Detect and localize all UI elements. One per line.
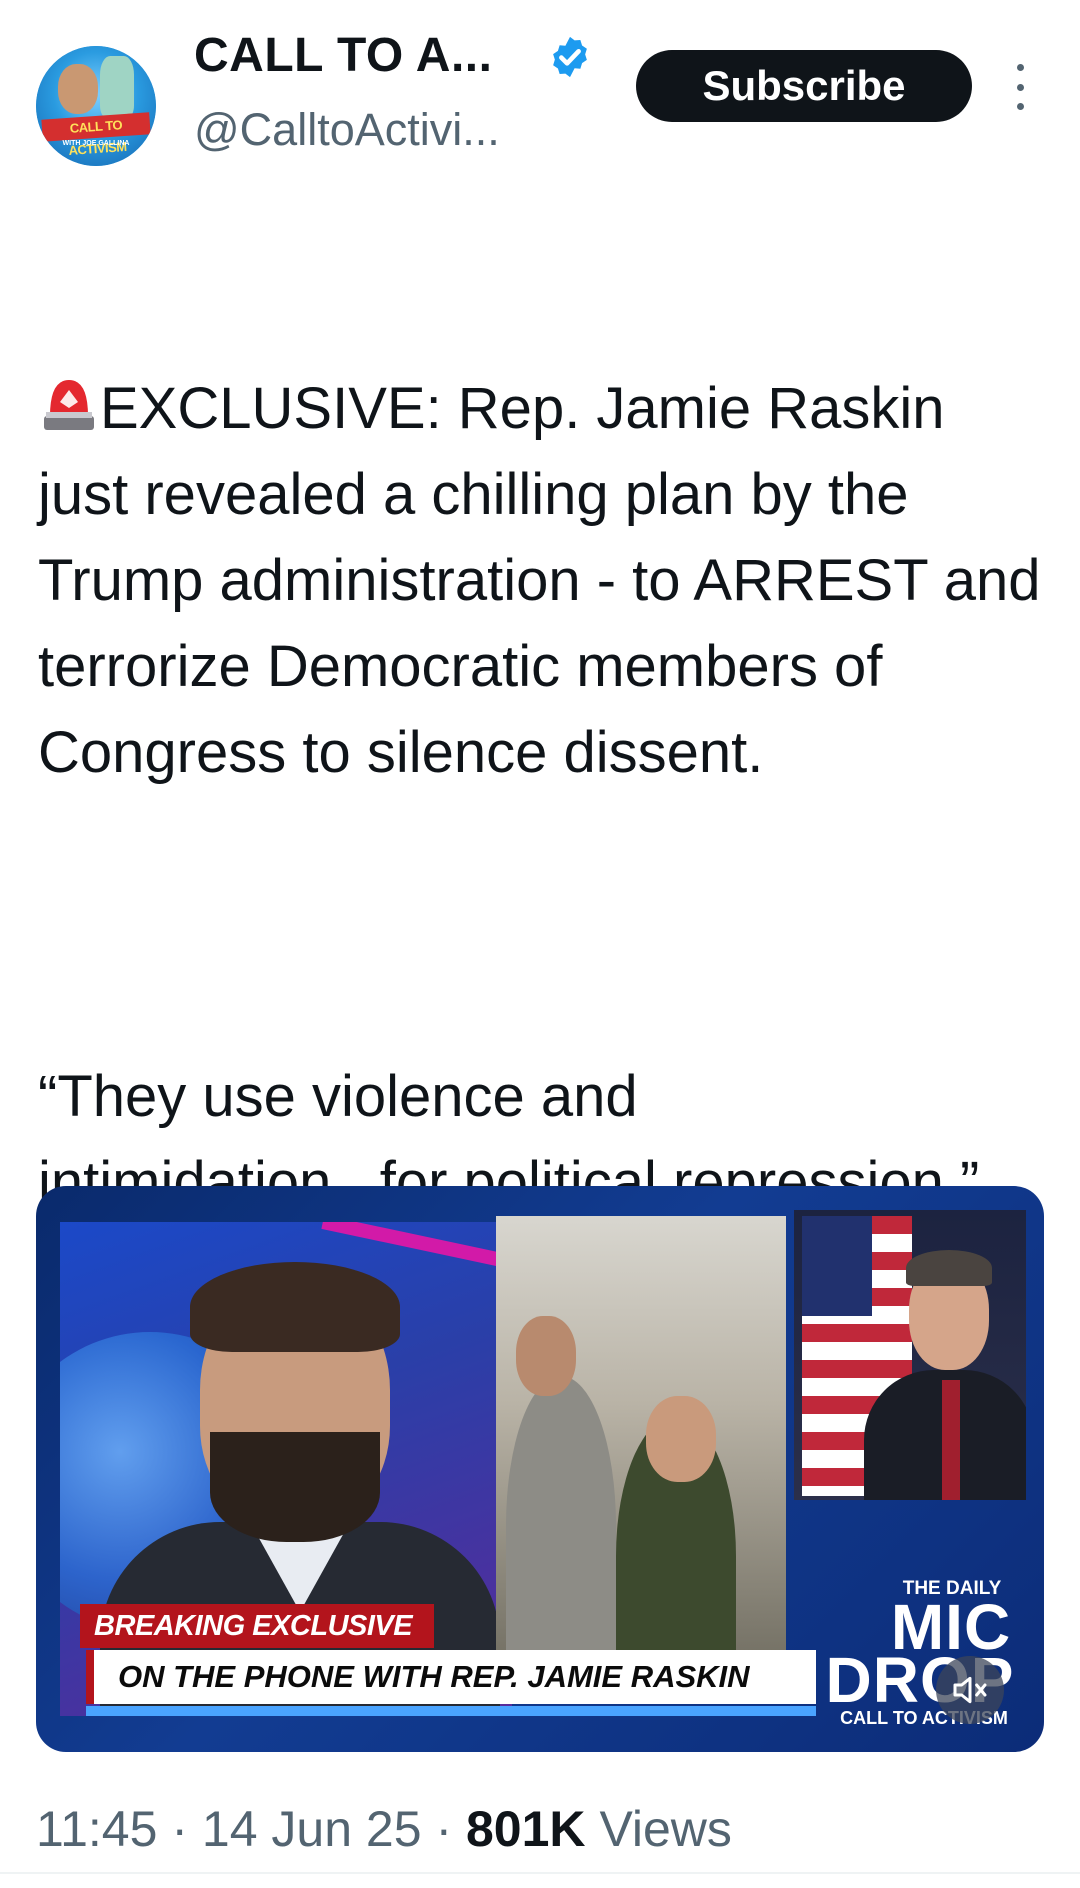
avatar-statue-of-liberty [100,56,134,118]
lower-third-bar [86,1706,816,1716]
meta-separator: · [171,1801,188,1857]
video-panel-crowd [496,1216,786,1686]
video-panel-portrait [794,1210,1026,1500]
author-display-name[interactable]: CALL TO A... [194,28,492,83]
crowd-head [516,1316,576,1396]
avatar-face [58,64,98,114]
lower-third-breaking: BREAKING EXCLUSIVE [80,1604,434,1648]
host-hair [190,1262,400,1352]
more-dot [1016,64,1024,71]
tweet-paragraph-1: EXCLUSIVE: Rep. Jamie Raskin just reveal… [38,366,1048,796]
tweet-time[interactable]: 11:45 [36,1801,157,1857]
crowd-head [646,1396,716,1482]
more-vertical-icon[interactable] [1008,64,1032,110]
more-dot [1016,83,1024,91]
author-handle[interactable]: @CalltoActivi... [194,104,500,156]
lower-third-title: ON THE PHONE WITH REP. JAMIE RASKIN [86,1650,816,1704]
tweet-date[interactable]: 14 Jun 25 [202,1801,422,1857]
views-count[interactable]: 801K [466,1801,586,1857]
tweet-meta: 11:45 · 14 Jun 25 · 801K Views [36,1800,732,1858]
meta-separator: · [435,1801,453,1857]
muted-speaker-icon[interactable] [936,1656,1004,1724]
muted-speaker-glyph [953,1676,987,1704]
siren-icon [44,380,94,430]
us-flag-canton [802,1216,872,1316]
subscribe-button[interactable]: Subscribe [636,50,972,122]
divider [0,1872,1080,1874]
avatar[interactable]: CALL TO ACTIVISM WITH JOE GALLINA [36,46,156,166]
tweet-paragraph-1-text: EXCLUSIVE: Rep. Jamie Raskin just reveal… [38,376,1057,785]
host-beard [210,1432,380,1542]
more-dot [1016,103,1024,110]
video-thumbnail[interactable]: BREAKING EXCLUSIVE ON THE PHONE WITH REP… [36,1186,1044,1752]
portrait-tie [942,1380,960,1500]
verified-badge-icon [553,36,587,78]
views-label[interactable]: Views [599,1801,731,1857]
crowd-figure [506,1376,616,1676]
avatar-subtext: WITH JOE GALLINA [62,140,130,147]
portrait-hair [906,1250,992,1286]
